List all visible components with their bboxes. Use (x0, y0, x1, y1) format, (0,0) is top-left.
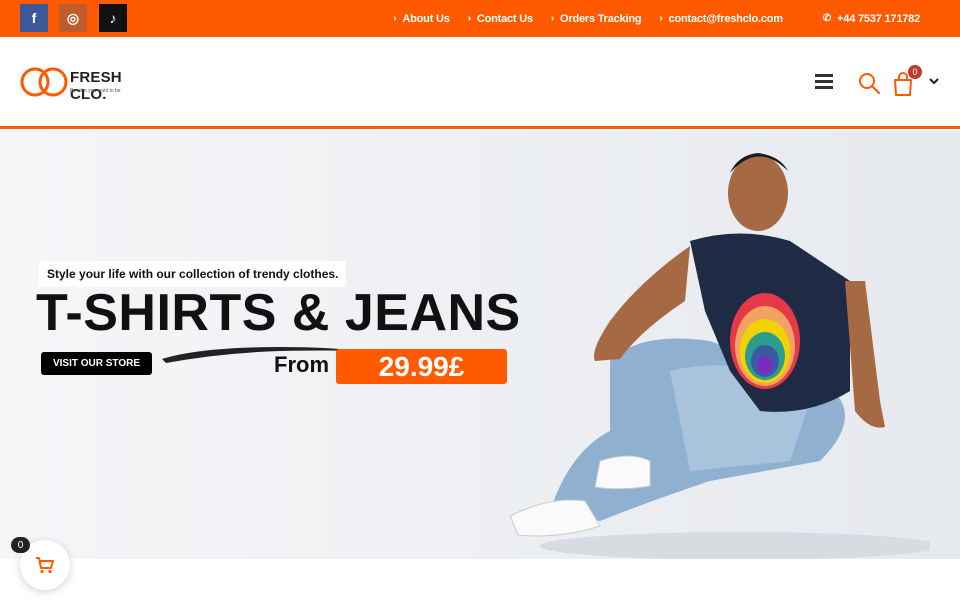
floating-cart-count: 0 (11, 537, 30, 553)
tiktok-link[interactable]: ♪ (99, 4, 127, 32)
top-links: › About Us › Contact Us › Orders Tracking ›… (393, 0, 920, 37)
cart-count-badge: 0 (908, 65, 922, 79)
phone-icon: ✆ (822, 13, 832, 24)
logo-tagline: Be who you want to be (70, 88, 121, 94)
hero-banner: Style your life with our collection of t… (0, 131, 960, 559)
model-photo (509, 153, 930, 559)
contact-us-link[interactable]: › Contact Us (468, 13, 533, 25)
price-badge: 29.99£ (336, 349, 507, 384)
brush-stroke-decoration (162, 347, 358, 363)
phone-link[interactable]: ✆ +44 7537 171782 (823, 13, 920, 25)
site-header: FRESH CLO. Be who you want to be 0 (0, 37, 960, 129)
chevron-down-icon[interactable] (928, 75, 940, 87)
chevron-right-icon: › (467, 13, 471, 24)
tiktok-icon: ♪ (109, 10, 117, 26)
instagram-icon: ◎ (66, 9, 80, 26)
top-bar: f ◎ ♪ › About Us › Contact Us › Orders Trac… (0, 0, 960, 37)
chevron-right-icon: › (659, 13, 663, 24)
site-logo[interactable]: FRESH CLO. Be who you want to be (20, 65, 160, 103)
about-us-link[interactable]: › About Us (393, 13, 450, 25)
search-icon[interactable] (858, 72, 880, 94)
orders-tracking-link[interactable]: › Orders Tracking (551, 13, 642, 25)
instagram-link[interactable]: ◎ (59, 4, 87, 32)
facebook-link[interactable]: f (20, 4, 48, 32)
logo-name: FRESH CLO. (70, 69, 122, 103)
chevron-right-icon: › (550, 13, 555, 24)
facebook-icon: f (31, 10, 37, 26)
logo-rings-icon (20, 67, 68, 97)
visit-store-button[interactable]: VISIT OUR STORE (41, 352, 152, 375)
email-link[interactable]: › contact@freshclo.com (659, 13, 783, 25)
chevron-right-icon: › (393, 13, 397, 24)
menu-icon[interactable] (815, 74, 833, 90)
hero-headline: T-SHIRTS & JEANS (36, 284, 521, 342)
from-label: From (274, 352, 329, 377)
shopping-cart-icon (36, 557, 54, 574)
